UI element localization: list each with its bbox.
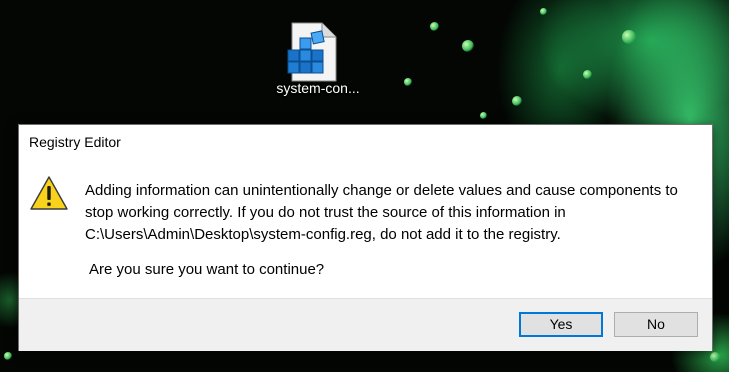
registry-editor-dialog: Registry Editor Adding information can u… <box>18 124 713 351</box>
droplet <box>512 96 522 106</box>
dialog-question: Are you sure you want to continue? <box>89 261 325 278</box>
droplet <box>540 8 547 15</box>
dialog-message: Adding information can unintentionally c… <box>85 180 705 246</box>
message-line: Adding information can unintentionally c… <box>85 182 678 199</box>
message-line: C:\Users\Admin\Desktop\system-config.reg… <box>85 226 561 243</box>
dialog-button-bar: Yes No <box>19 298 712 351</box>
registry-file-icon <box>287 22 337 82</box>
droplet <box>4 352 12 360</box>
droplet <box>480 112 487 119</box>
yes-button[interactable]: Yes <box>519 312 603 337</box>
droplet <box>462 40 474 52</box>
droplet <box>622 30 636 44</box>
warning-icon <box>30 176 68 210</box>
desktop-icon-system-config[interactable]: system-con... <box>268 12 368 102</box>
desktop-icon-label: system-con... <box>276 80 360 96</box>
droplet <box>710 352 720 362</box>
droplet <box>430 22 439 31</box>
message-line: stop working correctly. If you do not tr… <box>85 204 566 221</box>
dialog-title: Registry Editor <box>29 134 121 150</box>
droplet <box>404 78 412 86</box>
droplet <box>583 70 592 79</box>
no-button[interactable]: No <box>614 312 698 337</box>
